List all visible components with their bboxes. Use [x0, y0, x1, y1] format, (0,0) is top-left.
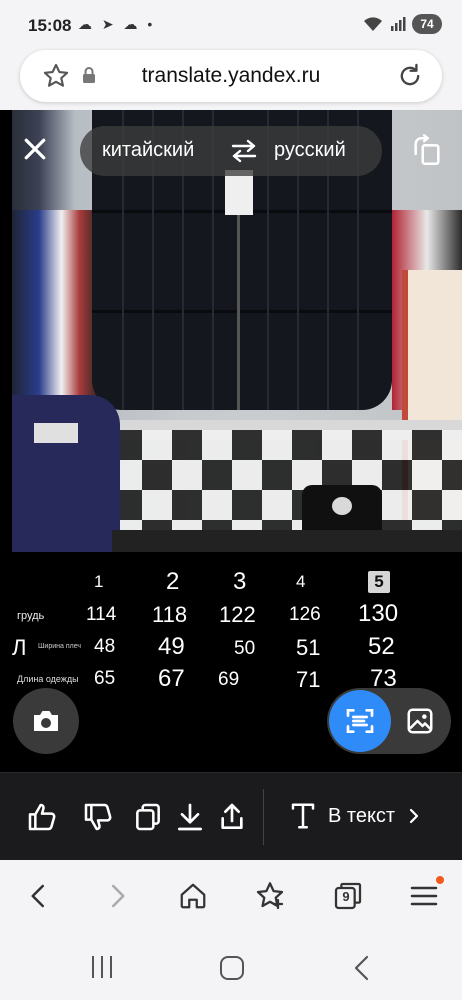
tabs-count: 9 — [342, 889, 350, 904]
language-selector[interactable]: китайский русский — [80, 126, 382, 176]
reload-icon[interactable] — [396, 62, 424, 90]
home-icon[interactable] — [178, 880, 208, 912]
table-cell: 50 — [234, 638, 256, 659]
bookmark-add-icon[interactable] — [254, 880, 286, 912]
text-mode-button[interactable] — [329, 690, 391, 752]
menu-icon[interactable] — [408, 880, 440, 912]
system-back-icon[interactable] — [348, 954, 376, 982]
home-button-icon[interactable] — [218, 954, 246, 982]
table-cell: 122 — [219, 602, 256, 627]
battery-indicator: 74 — [412, 14, 442, 34]
notification-icons: ☁ ➤ ☁ • — [78, 16, 156, 32]
rotate-icon[interactable] — [410, 134, 444, 168]
row-prefix: Л — [12, 635, 27, 660]
table-cell: 67 — [158, 665, 185, 692]
thumbs-down-icon[interactable] — [82, 801, 114, 833]
signal-icon — [391, 17, 406, 31]
back-icon[interactable] — [24, 880, 54, 912]
table-cell: 71 — [296, 667, 321, 692]
row-label: Длина одежды — [17, 674, 79, 684]
size-header: 1 — [94, 572, 104, 591]
table-cell: 52 — [368, 633, 395, 660]
recents-icon[interactable] — [88, 954, 116, 980]
row-label: грудь — [17, 610, 45, 622]
table-cell: 48 — [94, 636, 116, 657]
result-toolbar: В текст — [0, 772, 462, 860]
camera-photo — [12, 110, 462, 552]
source-language[interactable]: китайский — [102, 139, 194, 162]
target-language[interactable]: русский — [274, 139, 346, 162]
chevron-right-icon — [409, 808, 419, 824]
to-text-button[interactable]: В текст — [288, 801, 423, 831]
url-text[interactable]: translate.yandex.ru — [20, 64, 442, 88]
table-cell: 114 — [86, 604, 117, 625]
table-cell: 51 — [296, 635, 321, 660]
url-area: translate.yandex.ru — [0, 50, 462, 110]
size-header: 3 — [233, 568, 247, 595]
mode-switcher — [327, 688, 451, 754]
browser-nav-bar: 9 — [0, 860, 462, 932]
photo-hat — [302, 485, 382, 530]
image-mode-button[interactable] — [395, 696, 445, 746]
row-label: Ширина плеч — [38, 643, 82, 650]
table-cell: 126 — [289, 604, 321, 625]
table-cell: 49 — [158, 633, 185, 660]
photo-garment-bag — [12, 395, 120, 552]
table-cell: 118 — [152, 602, 188, 627]
notification-dot — [436, 876, 444, 884]
system-nav-bar — [0, 932, 462, 1000]
size-header: 5 — [368, 571, 390, 593]
download-icon[interactable] — [174, 801, 206, 833]
table-cell: 65 — [94, 668, 116, 689]
swap-languages-icon[interactable] — [230, 138, 258, 164]
status-icons-right: 74 — [362, 14, 442, 34]
table-cell: 69 — [218, 669, 240, 690]
text-cursor-icon — [291, 803, 315, 829]
forward-icon[interactable] — [102, 880, 132, 912]
screen: 15:08 ☁ ➤ ☁ • 74 translate.yandex.ru кит… — [0, 0, 462, 1000]
close-icon[interactable] — [20, 134, 50, 164]
toolbar-divider — [263, 789, 264, 845]
size-header: 2 — [166, 568, 180, 595]
to-text-label: В текст — [328, 804, 396, 827]
tabs-button[interactable]: 9 — [332, 880, 364, 917]
image-icon — [407, 708, 433, 734]
status-time: 15:08 — [28, 16, 72, 35]
size-header: 4 — [296, 572, 306, 591]
share-icon[interactable] — [216, 801, 248, 833]
thumbs-up-icon[interactable] — [26, 801, 58, 833]
photo-shelf — [112, 530, 462, 552]
address-bar[interactable]: translate.yandex.ru — [20, 50, 442, 102]
table-cell: 130 — [358, 600, 399, 627]
size-header-boxed: 5 — [368, 571, 390, 593]
wifi-icon — [364, 17, 382, 31]
text-scan-icon — [346, 709, 374, 733]
copy-icon[interactable] — [132, 801, 164, 833]
camera-icon — [34, 711, 58, 731]
camera-button[interactable] — [13, 688, 79, 754]
status-bar: 15:08 ☁ ➤ ☁ • 74 — [0, 0, 462, 50]
